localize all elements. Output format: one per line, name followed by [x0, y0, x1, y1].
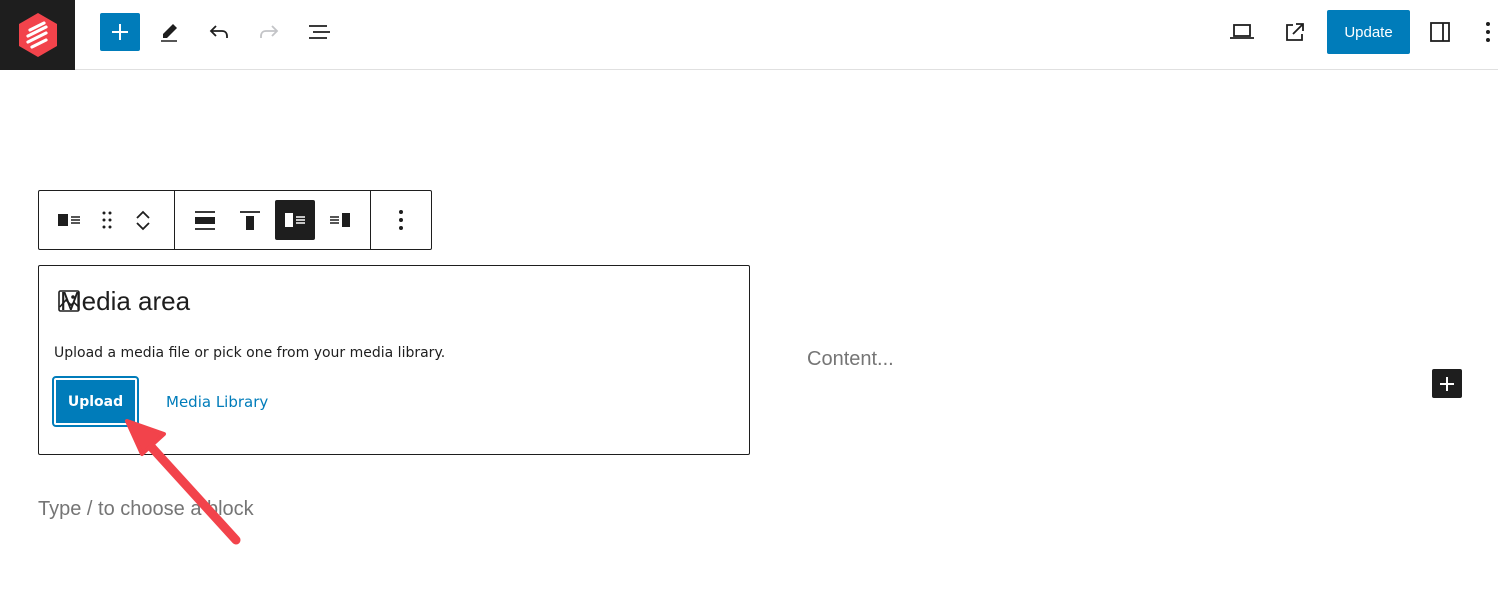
external-link-icon	[1286, 23, 1304, 41]
add-block-button[interactable]	[1432, 369, 1462, 398]
settings-sidebar-button[interactable]	[1422, 14, 1458, 50]
align-wide-button[interactable]	[185, 200, 225, 240]
chevron-up-icon	[136, 210, 150, 219]
list-view-button[interactable]	[301, 14, 337, 50]
align-wide-icon	[195, 211, 215, 230]
block-type-button[interactable]	[47, 200, 91, 240]
block-options-button[interactable]	[381, 200, 421, 240]
tools-button[interactable]	[151, 14, 187, 50]
plus-icon	[112, 24, 128, 40]
move-down-button[interactable]	[134, 220, 152, 240]
align-top-icon	[240, 211, 260, 230]
block-toolbar-group-parent	[39, 191, 175, 249]
brand-logo-icon	[18, 13, 57, 57]
plus-icon	[1440, 376, 1454, 391]
pencil-icon	[161, 24, 177, 42]
laptop-icon	[1230, 24, 1254, 39]
media-left-icon	[285, 213, 305, 227]
move-up-button[interactable]	[134, 200, 152, 220]
drag-handle[interactable]	[93, 200, 121, 240]
media-library-button[interactable]: Media Library	[166, 393, 268, 411]
media-placeholder-title: Media area	[60, 286, 191, 316]
show-media-left-button[interactable]	[275, 200, 315, 240]
undo-icon	[209, 25, 228, 38]
vertical-ellipsis-icon	[399, 210, 403, 230]
default-block-appender[interactable]: Type / to choose a block	[38, 498, 254, 521]
content-placeholder[interactable]: Content...	[807, 348, 894, 371]
redo-button[interactable]	[251, 14, 287, 50]
drag-handle-icon	[102, 211, 112, 229]
vertical-ellipsis-icon	[1486, 22, 1490, 42]
block-toolbar-group-options	[371, 191, 431, 249]
block-inserter-button[interactable]	[100, 13, 140, 51]
sidebar-toggle-icon	[1430, 22, 1450, 42]
align-top-button[interactable]	[230, 200, 270, 240]
site-logo-button[interactable]	[0, 0, 75, 70]
editor-header: Update	[0, 0, 1498, 70]
media-text-icon	[58, 214, 80, 226]
preview-button[interactable]	[1224, 14, 1260, 50]
block-toolbar-group-alignment	[175, 191, 371, 249]
chevron-down-icon	[136, 222, 150, 231]
media-placeholder-instructions: Upload a media file or pick one from you…	[54, 345, 446, 361]
media-right-icon	[330, 213, 350, 227]
view-post-button[interactable]	[1277, 14, 1313, 50]
update-button[interactable]: Update	[1327, 10, 1410, 54]
list-view-icon	[309, 25, 330, 39]
redo-icon	[260, 25, 279, 38]
block-toolbar	[38, 190, 432, 250]
undo-button[interactable]	[201, 14, 237, 50]
show-media-right-button[interactable]	[320, 200, 360, 240]
options-button[interactable]	[1478, 14, 1498, 50]
upload-button[interactable]: Upload	[52, 376, 139, 427]
block-mover	[123, 191, 163, 249]
